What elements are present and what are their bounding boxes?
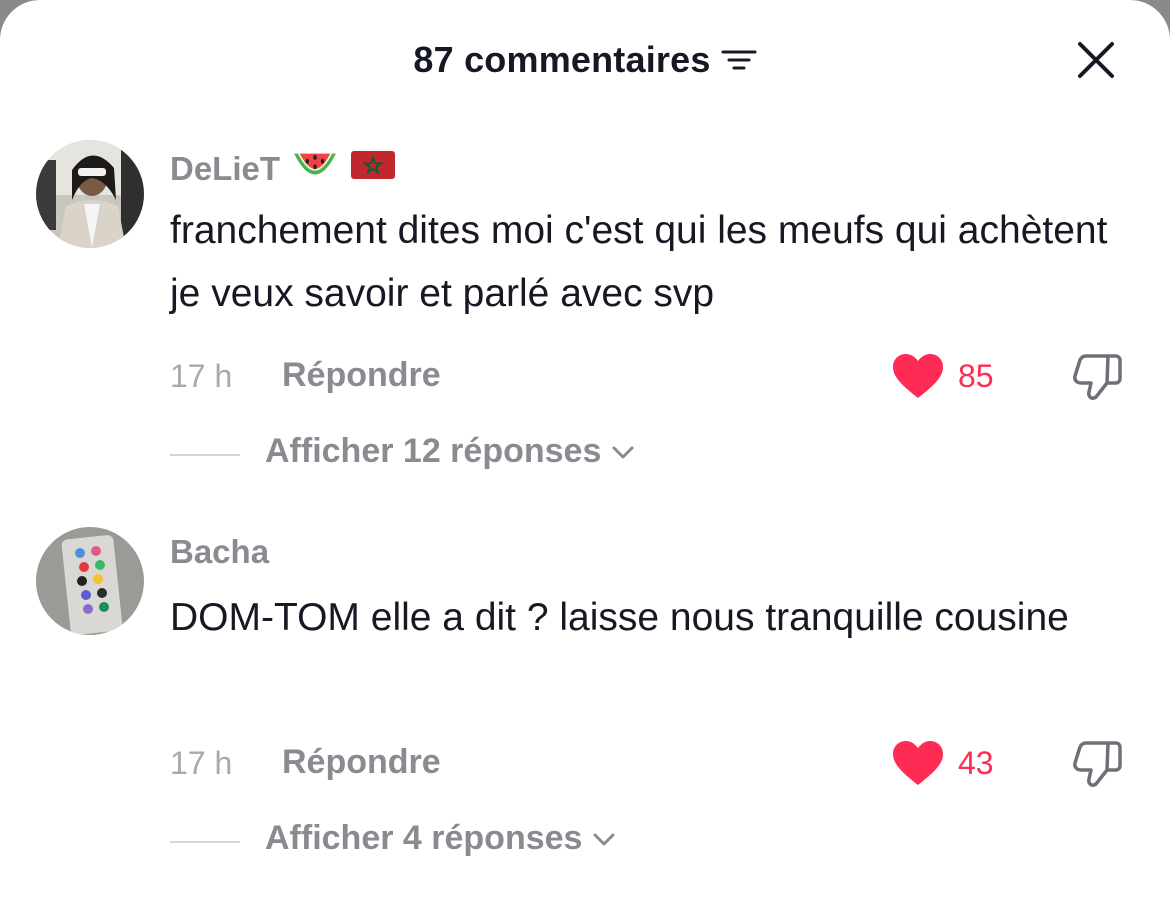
heart-icon bbox=[893, 354, 943, 398]
like-count: 43 bbox=[958, 745, 994, 781]
sort-lines-icon[interactable] bbox=[721, 45, 757, 75]
view-replies-button[interactable]: Afficher 4 réponses bbox=[265, 819, 618, 858]
chevron-down-icon bbox=[593, 833, 615, 845]
comment-text: DOM-TOM elle a dit ? laisse nous tranqui… bbox=[170, 596, 1069, 639]
like-button[interactable] bbox=[890, 739, 946, 789]
replies-divider bbox=[170, 454, 240, 456]
close-icon bbox=[1078, 42, 1114, 78]
comments-sheet: 87 commentaires DeLieT franchement dites… bbox=[0, 0, 1170, 906]
comments-count-title: 87 commentaires bbox=[413, 39, 711, 80]
comments-header: 87 commentaires bbox=[0, 30, 1170, 90]
comment-meta: 17 h Répondre 85 bbox=[0, 352, 1170, 402]
comment-time: 17 h bbox=[170, 358, 233, 394]
username-text: Bacha bbox=[170, 533, 270, 570]
dislike-button[interactable] bbox=[1070, 735, 1126, 791]
view-replies-label: Afficher 12 réponses bbox=[265, 432, 602, 470]
view-replies-label: Afficher 4 réponses bbox=[265, 819, 583, 857]
avatar[interactable] bbox=[36, 527, 144, 635]
view-replies-button[interactable]: Afficher 12 réponses bbox=[265, 432, 637, 471]
chevron-down-icon bbox=[612, 446, 634, 458]
reply-button[interactable]: Répondre bbox=[282, 356, 441, 395]
heart-icon bbox=[893, 741, 943, 785]
replies-divider bbox=[170, 841, 240, 843]
dislike-button[interactable] bbox=[1070, 348, 1126, 404]
avatar[interactable] bbox=[36, 140, 144, 248]
morocco-flag-emoji bbox=[350, 149, 396, 189]
comment-meta: 17 h Répondre 43 bbox=[0, 739, 1170, 789]
username-text: DeLieT bbox=[170, 150, 281, 187]
reply-button[interactable]: Répondre bbox=[282, 743, 441, 782]
comment-text: franchement dites moi c'est qui les meuf… bbox=[170, 209, 1108, 315]
comment-username[interactable]: Bacha bbox=[170, 533, 269, 571]
view-replies-row: Afficher 12 réponses bbox=[0, 428, 1170, 478]
header-title-group: 87 commentaires bbox=[0, 30, 1170, 90]
thumbs-down-icon bbox=[1073, 741, 1122, 787]
comment-time: 17 h bbox=[170, 745, 233, 781]
watermelon-emoji bbox=[290, 146, 340, 192]
like-count: 85 bbox=[958, 358, 994, 394]
like-button[interactable] bbox=[890, 352, 946, 402]
comment-username[interactable]: DeLieT bbox=[170, 146, 396, 192]
thumbs-down-icon bbox=[1073, 354, 1122, 400]
view-replies-row: Afficher 4 réponses bbox=[0, 815, 1170, 865]
close-button[interactable] bbox=[1074, 38, 1118, 82]
